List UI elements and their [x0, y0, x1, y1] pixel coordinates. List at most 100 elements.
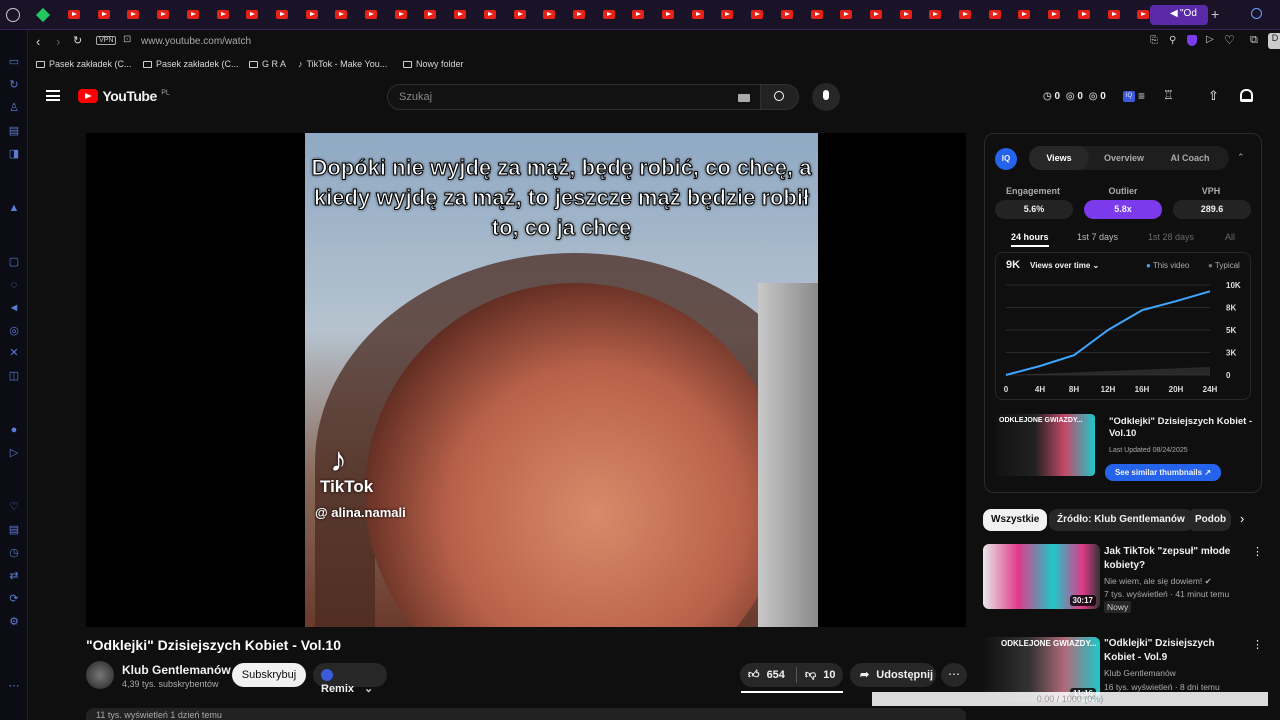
youtube-tab-icon[interactable] [97, 10, 110, 19]
youtube-tab-icon[interactable] [157, 10, 170, 19]
play-extension-icon[interactable]: ▷ [1206, 34, 1214, 45]
youtube-tab-icon[interactable] [959, 10, 971, 19]
youtube-tab-icon[interactable] [394, 10, 407, 19]
related-channel[interactable]: Klub Gentlemanów [1104, 668, 1176, 678]
more-options-icon[interactable]: ⋮ [1252, 545, 1263, 558]
profile-avatar[interactable]: D [1268, 33, 1280, 49]
extension-tab-icon[interactable] [35, 7, 51, 23]
bookmark-item[interactable]: ♪ TikTok - Make You... [298, 59, 387, 69]
vpn-badge[interactable]: VPN [96, 36, 117, 45]
youtube-tab-icon[interactable] [186, 10, 199, 19]
youtube-tab-icon[interactable] [275, 10, 288, 19]
notifications-bell-icon[interactable] [1240, 89, 1253, 102]
chat-icon[interactable]: ▢ [8, 256, 20, 268]
user-icon[interactable]: ♙ [8, 102, 20, 114]
swap-icon[interactable]: ⇄ [8, 570, 20, 582]
panel-icon[interactable]: ◨ [8, 148, 20, 160]
hamburger-menu-icon[interactable] [46, 90, 60, 101]
search-button[interactable] [761, 84, 799, 110]
related-channel[interactable]: Nie wiem, ale się dowiem! ✔ [1104, 576, 1212, 587]
upload-icon[interactable]: ⇧ [1208, 88, 1219, 104]
voice-search-button[interactable] [812, 83, 840, 111]
messenger-icon[interactable]: ◌ [8, 279, 20, 291]
iq-extension-icon[interactable]: IQ [1123, 91, 1135, 102]
youtube-tab-icon[interactable] [68, 10, 80, 19]
chip-source[interactable]: Źródło: Klub Gentlemanów [1049, 509, 1193, 531]
instagram-icon[interactable]: ◎ [8, 325, 20, 337]
youtube-tab-icon[interactable] [602, 10, 615, 19]
youtube-tab-icon[interactable] [424, 10, 437, 19]
share-button[interactable]: ➦ Udostępnij [850, 663, 936, 687]
telegram-icon[interactable]: ◄ [8, 302, 20, 314]
sync-icon[interactable]: ⟳ [8, 593, 20, 605]
youtube-tab-icon[interactable] [721, 10, 734, 19]
chip-all[interactable]: Wszystkie [983, 509, 1048, 531]
shield-extension-icon[interactable] [1187, 35, 1197, 46]
youtube-tab-icon[interactable] [1048, 10, 1061, 19]
youtube-tab-icon[interactable] [246, 10, 259, 19]
period-28d[interactable]: 1st 28 days [1148, 232, 1194, 242]
tab-ai-coach[interactable]: AI Coach [1159, 146, 1221, 170]
related-title[interactable]: Jak TikTok "zepsuł" młode kobiety? [1104, 545, 1244, 573]
youtube-tab-icon[interactable] [127, 10, 140, 19]
keyboard-icon[interactable] [738, 94, 750, 102]
bookmark-item[interactable]: Pasek zakładek (C... [36, 59, 132, 69]
channel-avatar[interactable] [86, 661, 114, 689]
extensions-icon[interactable]: ⧉ [1250, 34, 1258, 47]
related-thumbnail[interactable]: 30:17 [983, 544, 1100, 609]
video-frame[interactable]: Dopóki nie wyjdę za mąż, będę robić, co … [305, 133, 818, 627]
youtube-tab-icon[interactable] [335, 10, 348, 19]
active-tab[interactable]: ◀ "Od [1150, 5, 1208, 25]
discord-icon[interactable]: ◫ [8, 370, 20, 382]
related-title[interactable]: "Odklejki" Dzisiejszych Kobiet - Vol.9 [1104, 637, 1244, 665]
play-icon[interactable]: ▷ [8, 447, 20, 459]
youtube-tab-icon[interactable] [1107, 10, 1120, 19]
period-7d[interactable]: 1st 7 days [1077, 232, 1118, 242]
tab-views[interactable]: Views [1029, 146, 1089, 170]
youtube-tab-icon[interactable] [1137, 10, 1150, 19]
remix-button[interactable]: Remix ⌄ [313, 663, 387, 695]
youtube-tab-icon[interactable] [691, 10, 704, 19]
record-icon[interactable]: ● [8, 424, 20, 436]
reload-icon[interactable]: ↻ [73, 34, 82, 47]
heart-icon[interactable]: ♡ [8, 501, 20, 513]
panel-video-thumbnail[interactable]: ODKLEJONE GWIAZDY... [995, 414, 1095, 476]
bookmark-page-icon[interactable]: ⎘ [1150, 35, 1158, 46]
youtube-logo[interactable]: YouTube PL [78, 88, 170, 106]
tab-search-icon[interactable] [1251, 8, 1262, 19]
lock-icon[interactable]: ⊡ [123, 34, 131, 45]
period-all[interactable]: All [1225, 232, 1235, 242]
youtube-tab-icon[interactable] [483, 10, 496, 19]
subscribe-button[interactable]: Subskrybuj [232, 663, 306, 687]
youtube-tab-icon[interactable] [454, 10, 467, 19]
forward-icon[interactable]: › [56, 34, 60, 49]
like-button[interactable]: 👍︎ 654 [748, 668, 785, 681]
history-icon[interactable]: ↻ [8, 79, 20, 91]
dislike-button[interactable]: 👎︎ 10 [805, 668, 835, 681]
description-box[interactable]: 11 tys. wyświetleń 1 dzień temu [86, 708, 966, 720]
more-actions-button[interactable]: ⋯ [941, 663, 967, 687]
chevron-right-icon[interactable]: › [1240, 511, 1244, 526]
youtube-tab-icon[interactable] [305, 10, 318, 19]
x-icon[interactable]: ✕ [8, 347, 20, 359]
youtube-tab-icon[interactable] [840, 10, 853, 19]
settings-icon[interactable]: ⚙ [8, 616, 20, 628]
address-field[interactable]: www.youtube.com/watch [141, 36, 251, 47]
youtube-tab-icon[interactable] [780, 10, 793, 19]
youtube-tab-icon[interactable] [810, 10, 823, 19]
youtube-tab-icon[interactable] [216, 10, 229, 19]
youtube-tab-icon[interactable] [929, 10, 942, 19]
youtube-tab-icon[interactable] [662, 10, 674, 19]
back-icon[interactable]: ‹ [36, 34, 40, 49]
views-metric-dropdown[interactable]: Views over time ⌄ [1030, 261, 1099, 270]
heart-icon[interactable]: ♡ [1224, 33, 1235, 47]
youtube-tab-icon[interactable] [543, 10, 556, 19]
period-24h[interactable]: 24 hours [1011, 232, 1049, 247]
youtube-tab-icon[interactable] [1077, 10, 1090, 19]
list-icon[interactable]: ≡ [1138, 89, 1145, 103]
triangle-icon[interactable]: ▲ [8, 202, 20, 214]
search-input[interactable]: Szukaj [399, 91, 432, 103]
youtube-tab-icon[interactable] [365, 10, 377, 19]
youtube-tab-icon[interactable] [632, 10, 645, 19]
clock-icon[interactable]: ◷ [8, 547, 20, 559]
